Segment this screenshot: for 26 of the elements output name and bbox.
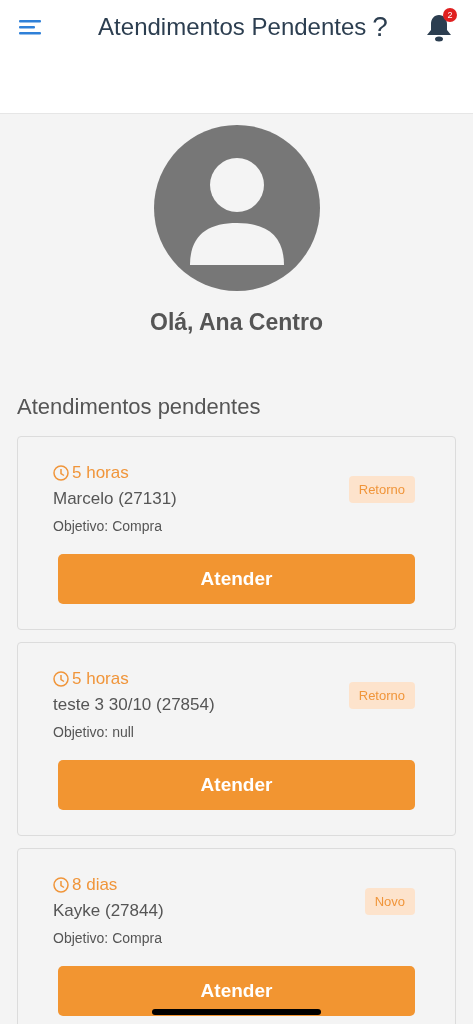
page-title: Atendimentos Pendentes: [98, 13, 367, 41]
clock-icon: [53, 465, 69, 481]
client-name: Kayke (27844): [53, 901, 164, 921]
attend-button[interactable]: Atender: [58, 554, 415, 604]
attend-button[interactable]: Atender: [58, 760, 415, 810]
client-name: teste 3 30/10 (27854): [53, 695, 215, 715]
status-tag: Novo: [364, 888, 415, 915]
elapsed-time: 5 horas: [72, 463, 129, 483]
objective-text: Objetivo: Compra: [53, 930, 163, 946]
objective-text: Objetivo: Compra: [53, 518, 163, 534]
status-tag: Retorno: [348, 682, 415, 709]
help-button[interactable]: ?: [372, 11, 388, 43]
menu-icon[interactable]: [19, 19, 41, 35]
notification-count: 2: [443, 8, 457, 22]
avatar-icon: [153, 125, 320, 291]
clock-icon: [53, 877, 69, 893]
section-title: Atendimentos pendentes: [17, 394, 261, 420]
client-name: Marcelo (27131): [53, 489, 177, 509]
notification-bell-icon[interactable]: [425, 13, 453, 43]
status-tag: Retorno: [348, 476, 415, 503]
objective-text: Objetivo: null: [53, 724, 135, 740]
elapsed-time: 8 dias: [72, 875, 118, 895]
attend-button[interactable]: Atender: [58, 966, 415, 1016]
elapsed-time: 5 horas: [72, 669, 129, 689]
clock-icon: [53, 671, 69, 687]
greeting-text: Olá, Ana Centro: [150, 309, 323, 336]
